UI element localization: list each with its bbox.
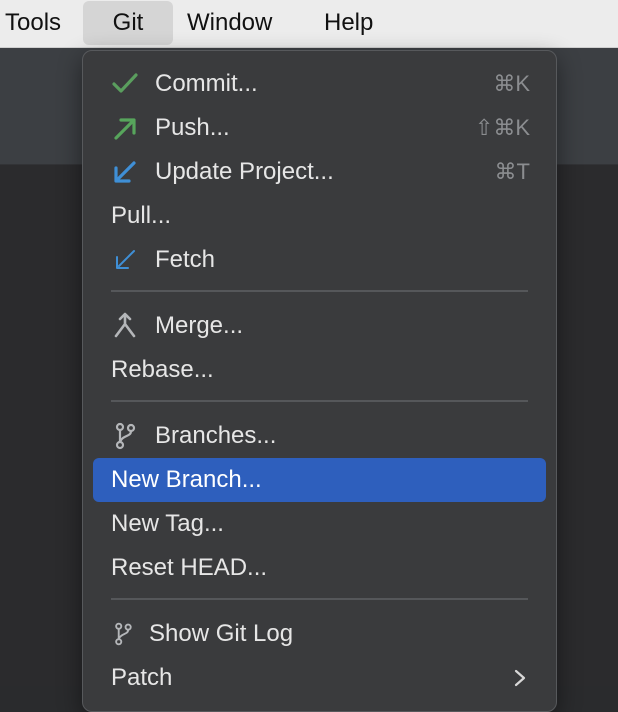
shortcut-label: ⌘K <box>493 71 530 96</box>
menu-separator <box>111 290 528 292</box>
menu-item-label: Branches... <box>155 422 277 449</box>
menu-help[interactable]: Help <box>324 0 373 47</box>
menu-item-label: Update Project... <box>155 158 334 185</box>
menu-item-label: Pull... <box>111 202 172 229</box>
menu-item-pull[interactable]: Pull... <box>93 194 546 238</box>
menu-item-update-project[interactable]: Update Project... ⌘T <box>93 150 546 194</box>
update-arrow-icon <box>114 161 136 183</box>
menu-item-label: Show Git Log <box>149 620 294 647</box>
menu-item-label: Reset HEAD... <box>111 554 268 581</box>
menu-item-new-tag[interactable]: New Tag... <box>93 502 546 546</box>
menu-item-merge[interactable]: Merge... <box>93 304 546 348</box>
menu-separator <box>111 598 528 600</box>
menu-window[interactable]: Window <box>187 0 272 47</box>
chevron-right-icon <box>514 669 526 687</box>
menu-item-commit[interactable]: Commit... ⌘K <box>93 62 546 106</box>
menu-item-label: Patch <box>111 664 173 691</box>
menu-item-new-branch[interactable]: New Branch... <box>93 458 546 502</box>
menu-item-push[interactable]: Push... ⇧⌘K <box>93 106 546 150</box>
menu-item-branches[interactable]: Branches... <box>93 414 546 458</box>
branch-icon <box>115 422 136 450</box>
menu-tools[interactable]: Tools <box>5 0 61 47</box>
menu-item-patch[interactable]: Patch <box>93 656 546 700</box>
menu-item-label: Rebase... <box>111 356 214 383</box>
menu-separator <box>111 400 528 402</box>
menu-item-fetch[interactable]: Fetch <box>93 238 546 282</box>
git-log-icon <box>115 622 132 646</box>
git-dropdown-menu: Commit... ⌘K Push... ⇧⌘K Update Project.… <box>82 50 557 712</box>
menu-item-reset-head[interactable]: Reset HEAD... <box>93 546 546 590</box>
menu-item-rebase[interactable]: Rebase... <box>93 348 546 392</box>
menu-git[interactable]: Git <box>83 1 173 45</box>
menu-item-label: Push... <box>155 114 230 141</box>
menu-item-label: Fetch <box>155 246 216 273</box>
menu-bar: Tools Git Window Help <box>0 0 618 48</box>
menu-item-label: Commit... <box>155 70 258 97</box>
merge-icon <box>114 312 136 338</box>
shortcut-label: ⇧⌘K <box>474 115 530 140</box>
menu-item-label: New Branch... <box>111 466 262 493</box>
menu-item-label: Merge... <box>155 312 244 339</box>
fetch-arrow-icon <box>116 250 135 269</box>
menu-item-label: New Tag... <box>111 510 224 537</box>
push-arrow-icon <box>114 118 136 140</box>
shortcut-label: ⌘T <box>494 159 530 184</box>
check-icon <box>112 73 138 93</box>
menu-item-show-git-log[interactable]: Show Git Log <box>93 612 546 656</box>
